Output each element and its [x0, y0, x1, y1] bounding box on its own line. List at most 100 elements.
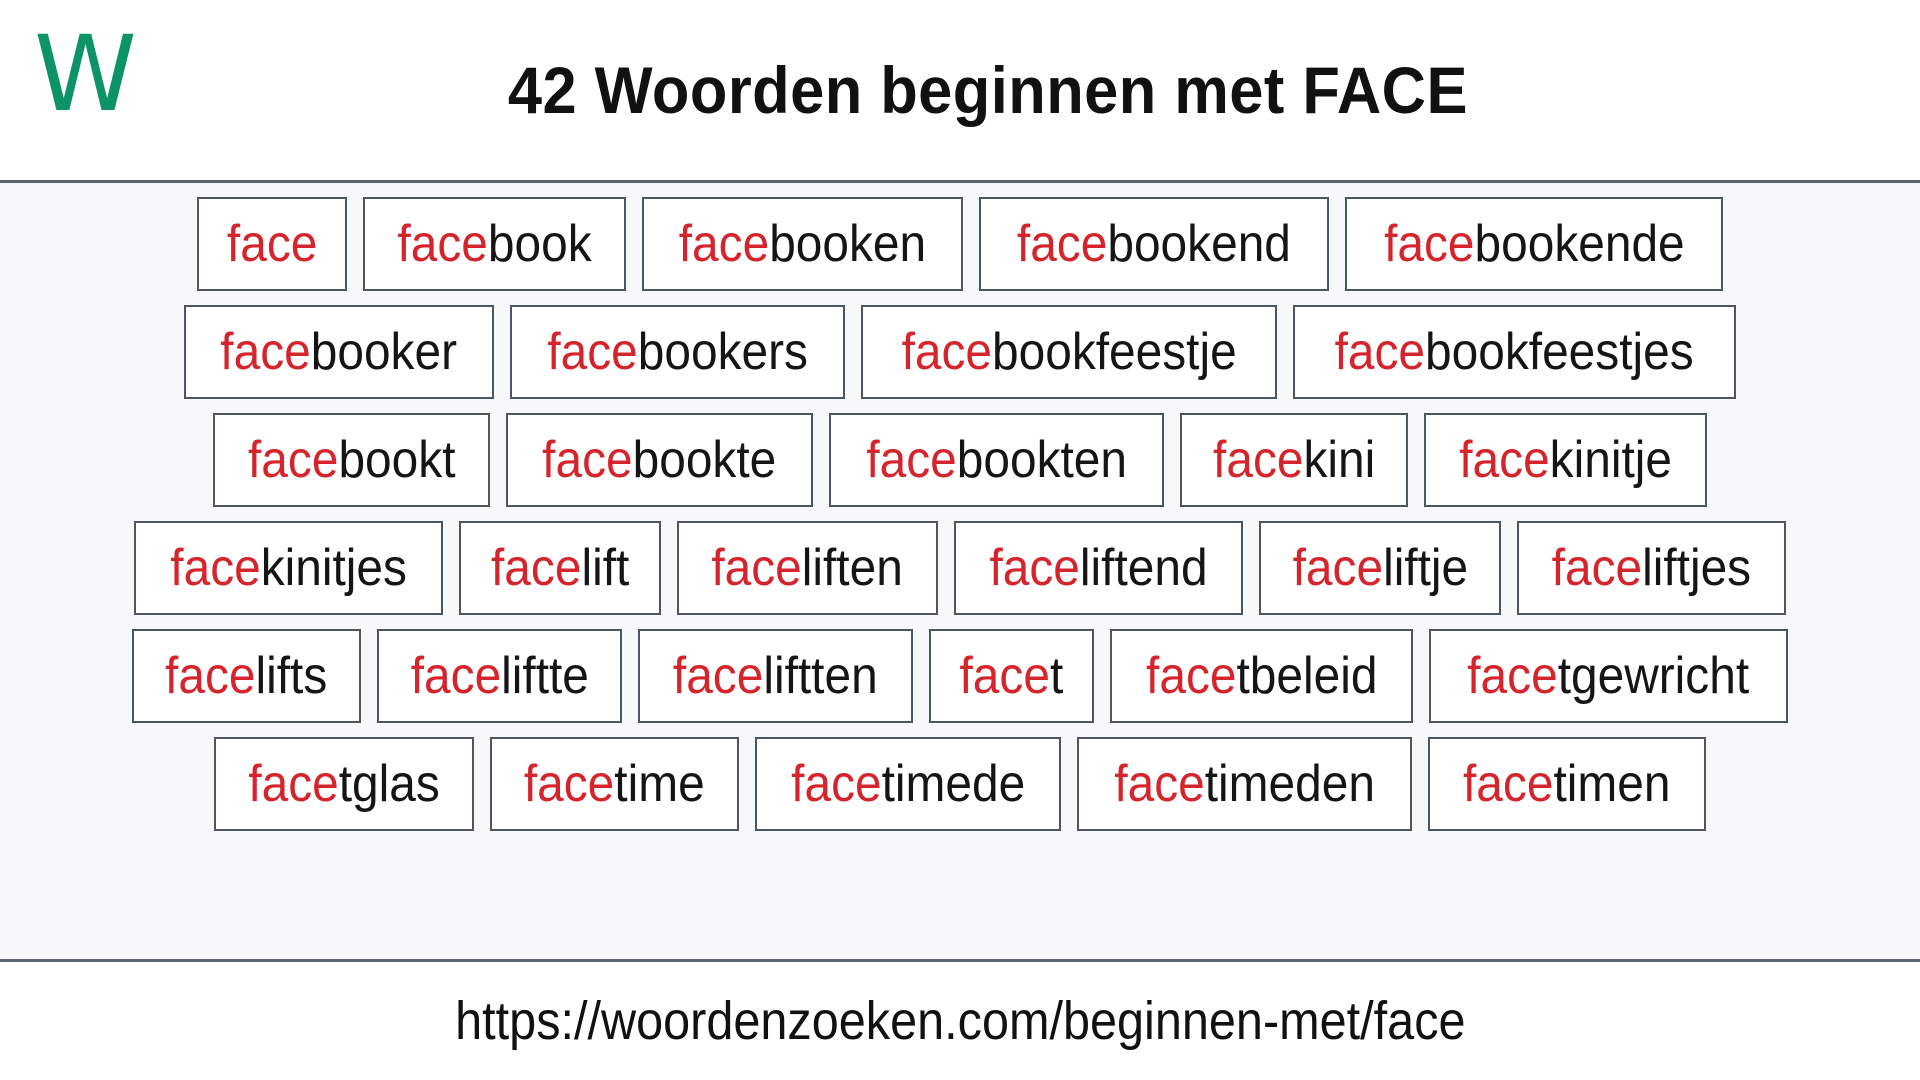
word-text: facekini	[1213, 432, 1375, 488]
word-box[interactable]: faceliftje	[1258, 521, 1502, 615]
word-suffix: bookend	[1107, 215, 1291, 273]
word-prefix: face	[547, 323, 638, 381]
word-box[interactable]: facebookfeestjes	[1293, 305, 1736, 399]
word-box[interactable]: facetglas	[214, 737, 475, 831]
word-row: facebooker facebookers facebookfeestje face…	[0, 305, 1920, 399]
word-text: faceliftend	[989, 540, 1207, 596]
word-text: facetimeden	[1114, 756, 1375, 812]
word-row: facetglas facetime facetimede facetimeden fa…	[0, 737, 1920, 831]
word-row: facebookt facebookte facebookten facekini fa…	[0, 413, 1920, 507]
source-url[interactable]: https://woordenzoeken.com/beginnen-met/f…	[455, 992, 1465, 1050]
word-text: faceliftten	[673, 648, 878, 704]
word-suffix: liften	[802, 539, 904, 597]
word-box[interactable]: facebookt	[212, 413, 491, 507]
word-text: facelifts	[165, 648, 327, 704]
word-suffix: book	[487, 215, 592, 273]
word-box[interactable]: facekini	[1179, 413, 1409, 507]
word-box[interactable]: facekinitjes	[133, 521, 444, 615]
word-box[interactable]: facebookende	[1344, 197, 1724, 291]
word-box[interactable]: face	[196, 197, 347, 291]
word-box[interactable]: facetimeden	[1077, 737, 1413, 831]
word-prefix: face	[711, 539, 803, 597]
word-text: facekinitje	[1459, 432, 1672, 488]
word-prefix: face	[410, 647, 501, 705]
word-row: facelifts faceliftte faceliftten facet facet…	[0, 629, 1920, 723]
word-text: faceliften	[712, 540, 903, 596]
word-box[interactable]: faceliften	[677, 521, 938, 615]
word-suffix: booker	[311, 323, 458, 381]
word-box[interactable]: facebooken	[641, 197, 963, 291]
word-box[interactable]: facebookten	[828, 413, 1164, 507]
word-text: facebookte	[542, 432, 776, 488]
word-prefix: face	[1212, 431, 1304, 489]
word-text: faceliftte	[410, 648, 588, 704]
word-prefix: face	[865, 431, 957, 489]
word-suffix: liftte	[500, 647, 589, 705]
word-text: facetimen	[1463, 756, 1670, 812]
word-suffix: timen	[1553, 755, 1671, 813]
word-box[interactable]: faceliftend	[953, 521, 1243, 615]
word-text: facelift	[491, 540, 629, 596]
word-suffix: bookfeestjes	[1425, 323, 1694, 381]
word-prefix: face	[1459, 431, 1550, 489]
word-box[interactable]: facetbeleid	[1109, 629, 1414, 723]
word-box[interactable]: facetimen	[1428, 737, 1706, 831]
word-suffix: lifts	[255, 647, 328, 705]
word-box[interactable]: facebookte	[506, 413, 813, 507]
word-text: facebooken	[679, 216, 926, 272]
word-box[interactable]: faceliftten	[638, 629, 913, 723]
word-prefix: face	[1552, 539, 1643, 597]
word-suffix: tglas	[338, 755, 440, 813]
word-prefix: face	[1334, 323, 1426, 381]
word-text: faceliftjes	[1552, 540, 1751, 596]
word-suffix: liftje	[1382, 539, 1468, 597]
word-suffix: bookten	[956, 431, 1127, 489]
word-prefix: face	[1292, 539, 1383, 597]
word-text: facekinitjes	[170, 540, 407, 596]
word-text: facebook	[397, 216, 591, 272]
word-prefix: face	[959, 647, 1050, 705]
word-box[interactable]: facelift	[459, 521, 662, 615]
word-suffix: bookers	[637, 323, 808, 381]
word-box[interactable]: facetimede	[754, 737, 1062, 831]
word-suffix: bookte	[632, 431, 777, 489]
word-box[interactable]: facebookfeestje	[861, 305, 1278, 399]
word-text: facebookend	[1017, 216, 1291, 272]
word-prefix: face	[1383, 215, 1475, 273]
word-row: face facebook facebooken facebookend faceboo…	[0, 197, 1920, 291]
word-box[interactable]: facebooker	[184, 305, 494, 399]
page-title: 42 Woorden beginnen met FACE	[507, 53, 1468, 127]
word-prefix: face	[1463, 755, 1554, 813]
word-suffix: kini	[1303, 431, 1376, 489]
word-prefix: face	[901, 323, 993, 381]
word-suffix: liftend	[1079, 539, 1208, 597]
word-text: facebookfeestjes	[1335, 324, 1694, 380]
word-text: facetime	[524, 756, 705, 812]
word-suffix: timede	[881, 755, 1025, 813]
word-box[interactable]: facet	[928, 629, 1094, 723]
word-text: facebookt	[248, 432, 455, 488]
word-box[interactable]: facetgewricht	[1429, 629, 1788, 723]
word-text: facebookende	[1384, 216, 1685, 272]
word-box[interactable]: facekinitje	[1424, 413, 1708, 507]
word-text: facebookten	[866, 432, 1127, 488]
word-suffix: booken	[769, 215, 927, 273]
word-box[interactable]: facelifts	[132, 629, 361, 723]
word-prefix: face	[247, 431, 339, 489]
word-box[interactable]: faceliftte	[376, 629, 623, 723]
word-prefix: face	[1016, 215, 1108, 273]
word-prefix: face	[790, 755, 882, 813]
word-suffix: bookt	[338, 431, 456, 489]
word-suffix: liftten	[763, 647, 879, 705]
word-box[interactable]: facetime	[490, 737, 739, 831]
word-box[interactable]: faceliftjes	[1517, 521, 1787, 615]
word-box[interactable]: facebookers	[509, 305, 846, 399]
word-text: facebookfeestje	[902, 324, 1237, 380]
word-text: faceliftje	[1292, 540, 1468, 596]
word-box[interactable]: facebookend	[978, 197, 1329, 291]
word-box[interactable]: facebook	[362, 197, 626, 291]
word-row: facekinitjes facelift faceliften faceliften…	[0, 521, 1920, 615]
word-prefix: face	[220, 323, 312, 381]
word-prefix: face	[1467, 647, 1558, 705]
page-header: W 42 Woorden beginnen met FACE	[0, 0, 1920, 180]
